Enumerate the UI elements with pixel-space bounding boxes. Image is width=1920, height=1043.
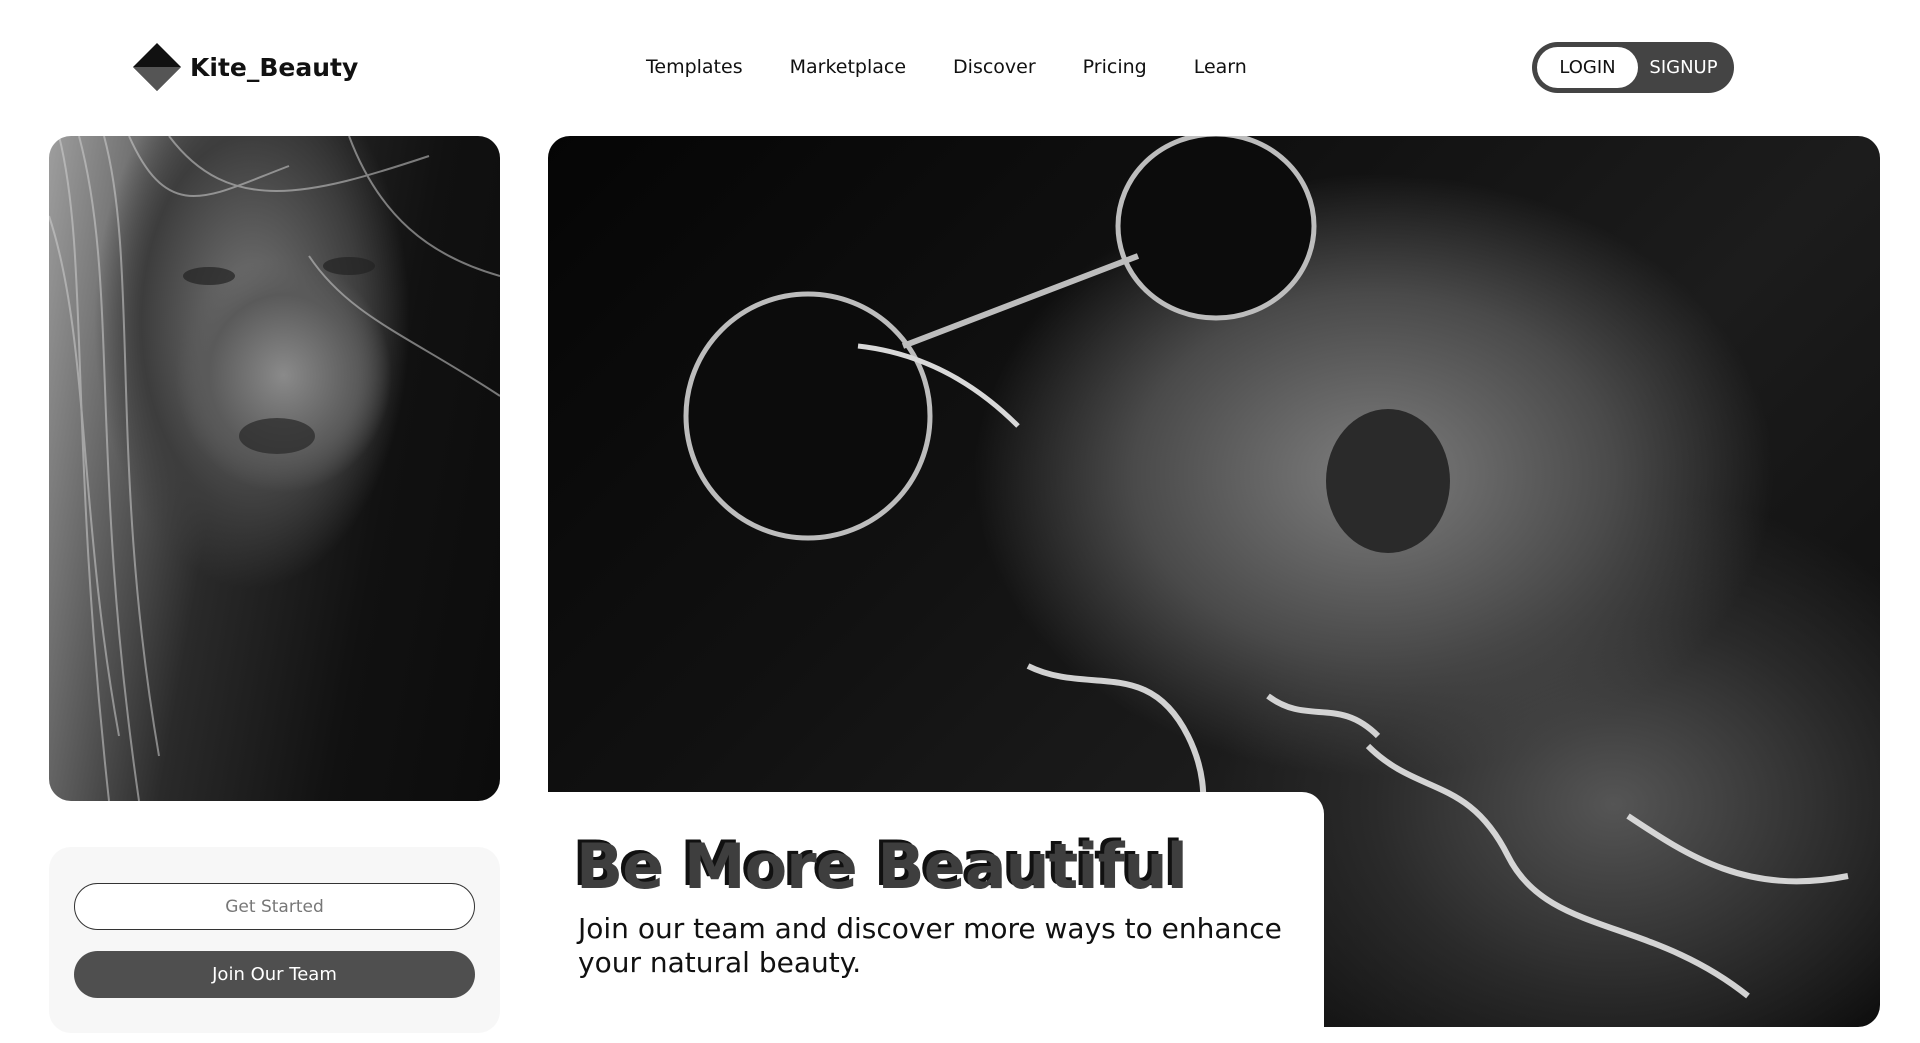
nav-item-templates[interactable]: Templates	[646, 56, 743, 78]
main-nav: Templates Marketplace Discover Pricing L…	[646, 56, 1247, 78]
landing-page: Kite_Beauty Templates Marketplace Discov…	[0, 0, 1920, 1043]
hero-title: Be More Beautiful	[576, 830, 1188, 903]
auth-toggle: LOGIN SIGNUP	[1532, 42, 1734, 93]
nav-item-learn[interactable]: Learn	[1194, 56, 1247, 78]
diamond-logo-icon	[132, 42, 182, 92]
hero-section: Be More Beautiful Join our team and disc…	[548, 136, 1880, 1027]
nav-item-discover[interactable]: Discover	[953, 56, 1036, 78]
cta-card: Get Started Join Our Team	[49, 847, 500, 1033]
brand-name: Kite_Beauty	[190, 52, 359, 82]
nav-item-marketplace[interactable]: Marketplace	[790, 56, 906, 78]
login-button[interactable]: LOGIN	[1537, 47, 1638, 88]
join-our-team-button[interactable]: Join Our Team	[74, 951, 475, 998]
brand-logo[interactable]: Kite_Beauty	[132, 42, 358, 92]
nav-item-pricing[interactable]: Pricing	[1083, 56, 1147, 78]
hero-subtitle: Join our team and discover more ways to …	[578, 912, 1282, 979]
signup-button[interactable]: SIGNUP	[1638, 57, 1729, 78]
portrait-photo	[49, 136, 500, 801]
hero-text-card: Be More Beautiful Join our team and disc…	[548, 792, 1324, 1027]
get-started-button[interactable]: Get Started	[74, 883, 475, 930]
